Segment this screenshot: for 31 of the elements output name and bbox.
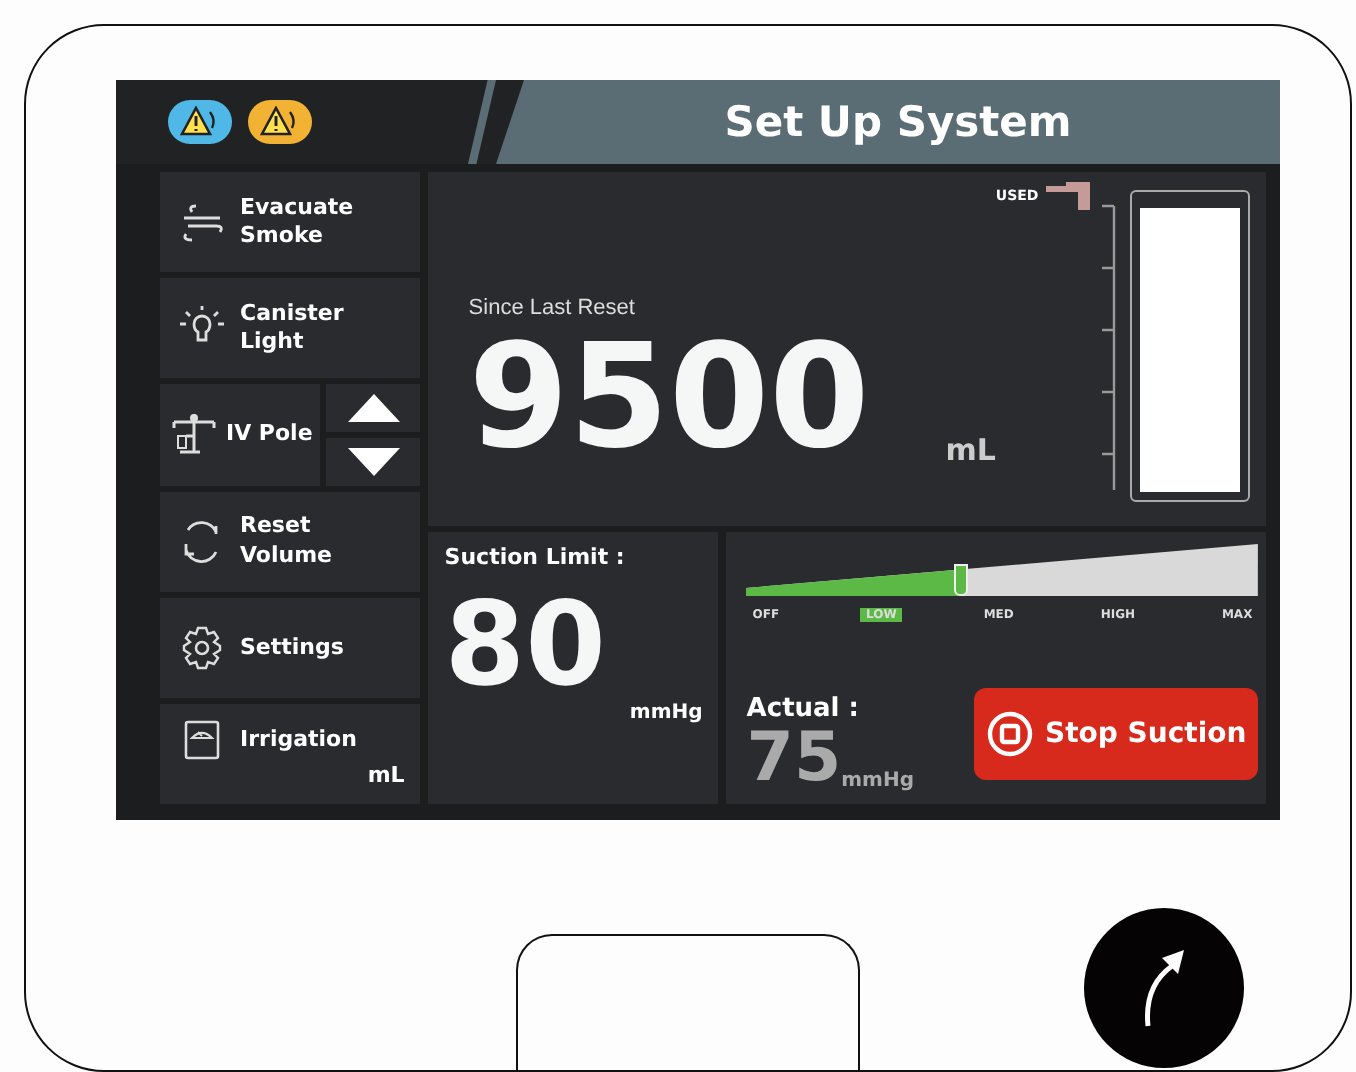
stop-suction-button[interactable]: Stop Suction bbox=[973, 688, 1259, 780]
volume-unit: mL bbox=[945, 432, 996, 468]
warning-icon bbox=[260, 106, 300, 138]
settings-button[interactable]: Settings bbox=[160, 597, 421, 698]
curved-arrow-icon bbox=[1142, 947, 1186, 1029]
evacuate-smoke-button[interactable]: Evacuate Smoke bbox=[160, 172, 421, 273]
canister-light-button[interactable]: Canister Light bbox=[160, 278, 421, 379]
suction-limit-panel[interactable]: Suction Limit : 80 mmHg bbox=[428, 532, 719, 804]
down-arrow-button[interactable] bbox=[326, 437, 421, 486]
actual-value: 75 bbox=[746, 724, 842, 792]
screen-title: Set Up System bbox=[724, 98, 1072, 146]
suction-limit-label: Suction Limit : bbox=[444, 544, 627, 570]
down-triangle-icon bbox=[347, 447, 400, 476]
suction-limit-unit: mmHg bbox=[629, 702, 703, 724]
volume-caption: Since Last Reset bbox=[468, 296, 637, 320]
suction-slider[interactable] bbox=[746, 544, 1259, 596]
header-stripe bbox=[468, 80, 496, 164]
actual-unit: mmHg bbox=[841, 770, 914, 792]
alert-badge[interactable] bbox=[168, 100, 232, 144]
iv-pole-icon bbox=[168, 412, 220, 457]
alert-badge[interactable] bbox=[248, 100, 312, 144]
actual-label: Actual : bbox=[746, 694, 861, 724]
volume-value: 9500 bbox=[468, 324, 870, 468]
reset-volume-button[interactable]: Reset Volume bbox=[160, 491, 421, 592]
suction-limit-value: 80 bbox=[444, 586, 609, 702]
irrigation-button[interactable]: Irrigation mL bbox=[160, 703, 421, 805]
up-arrow-button[interactable] bbox=[326, 384, 421, 432]
up-triangle-icon bbox=[347, 394, 400, 423]
iv-pole-button[interactable]: IV Pole bbox=[160, 384, 321, 486]
warning-icon bbox=[180, 106, 220, 138]
stop-icon bbox=[985, 710, 1033, 758]
